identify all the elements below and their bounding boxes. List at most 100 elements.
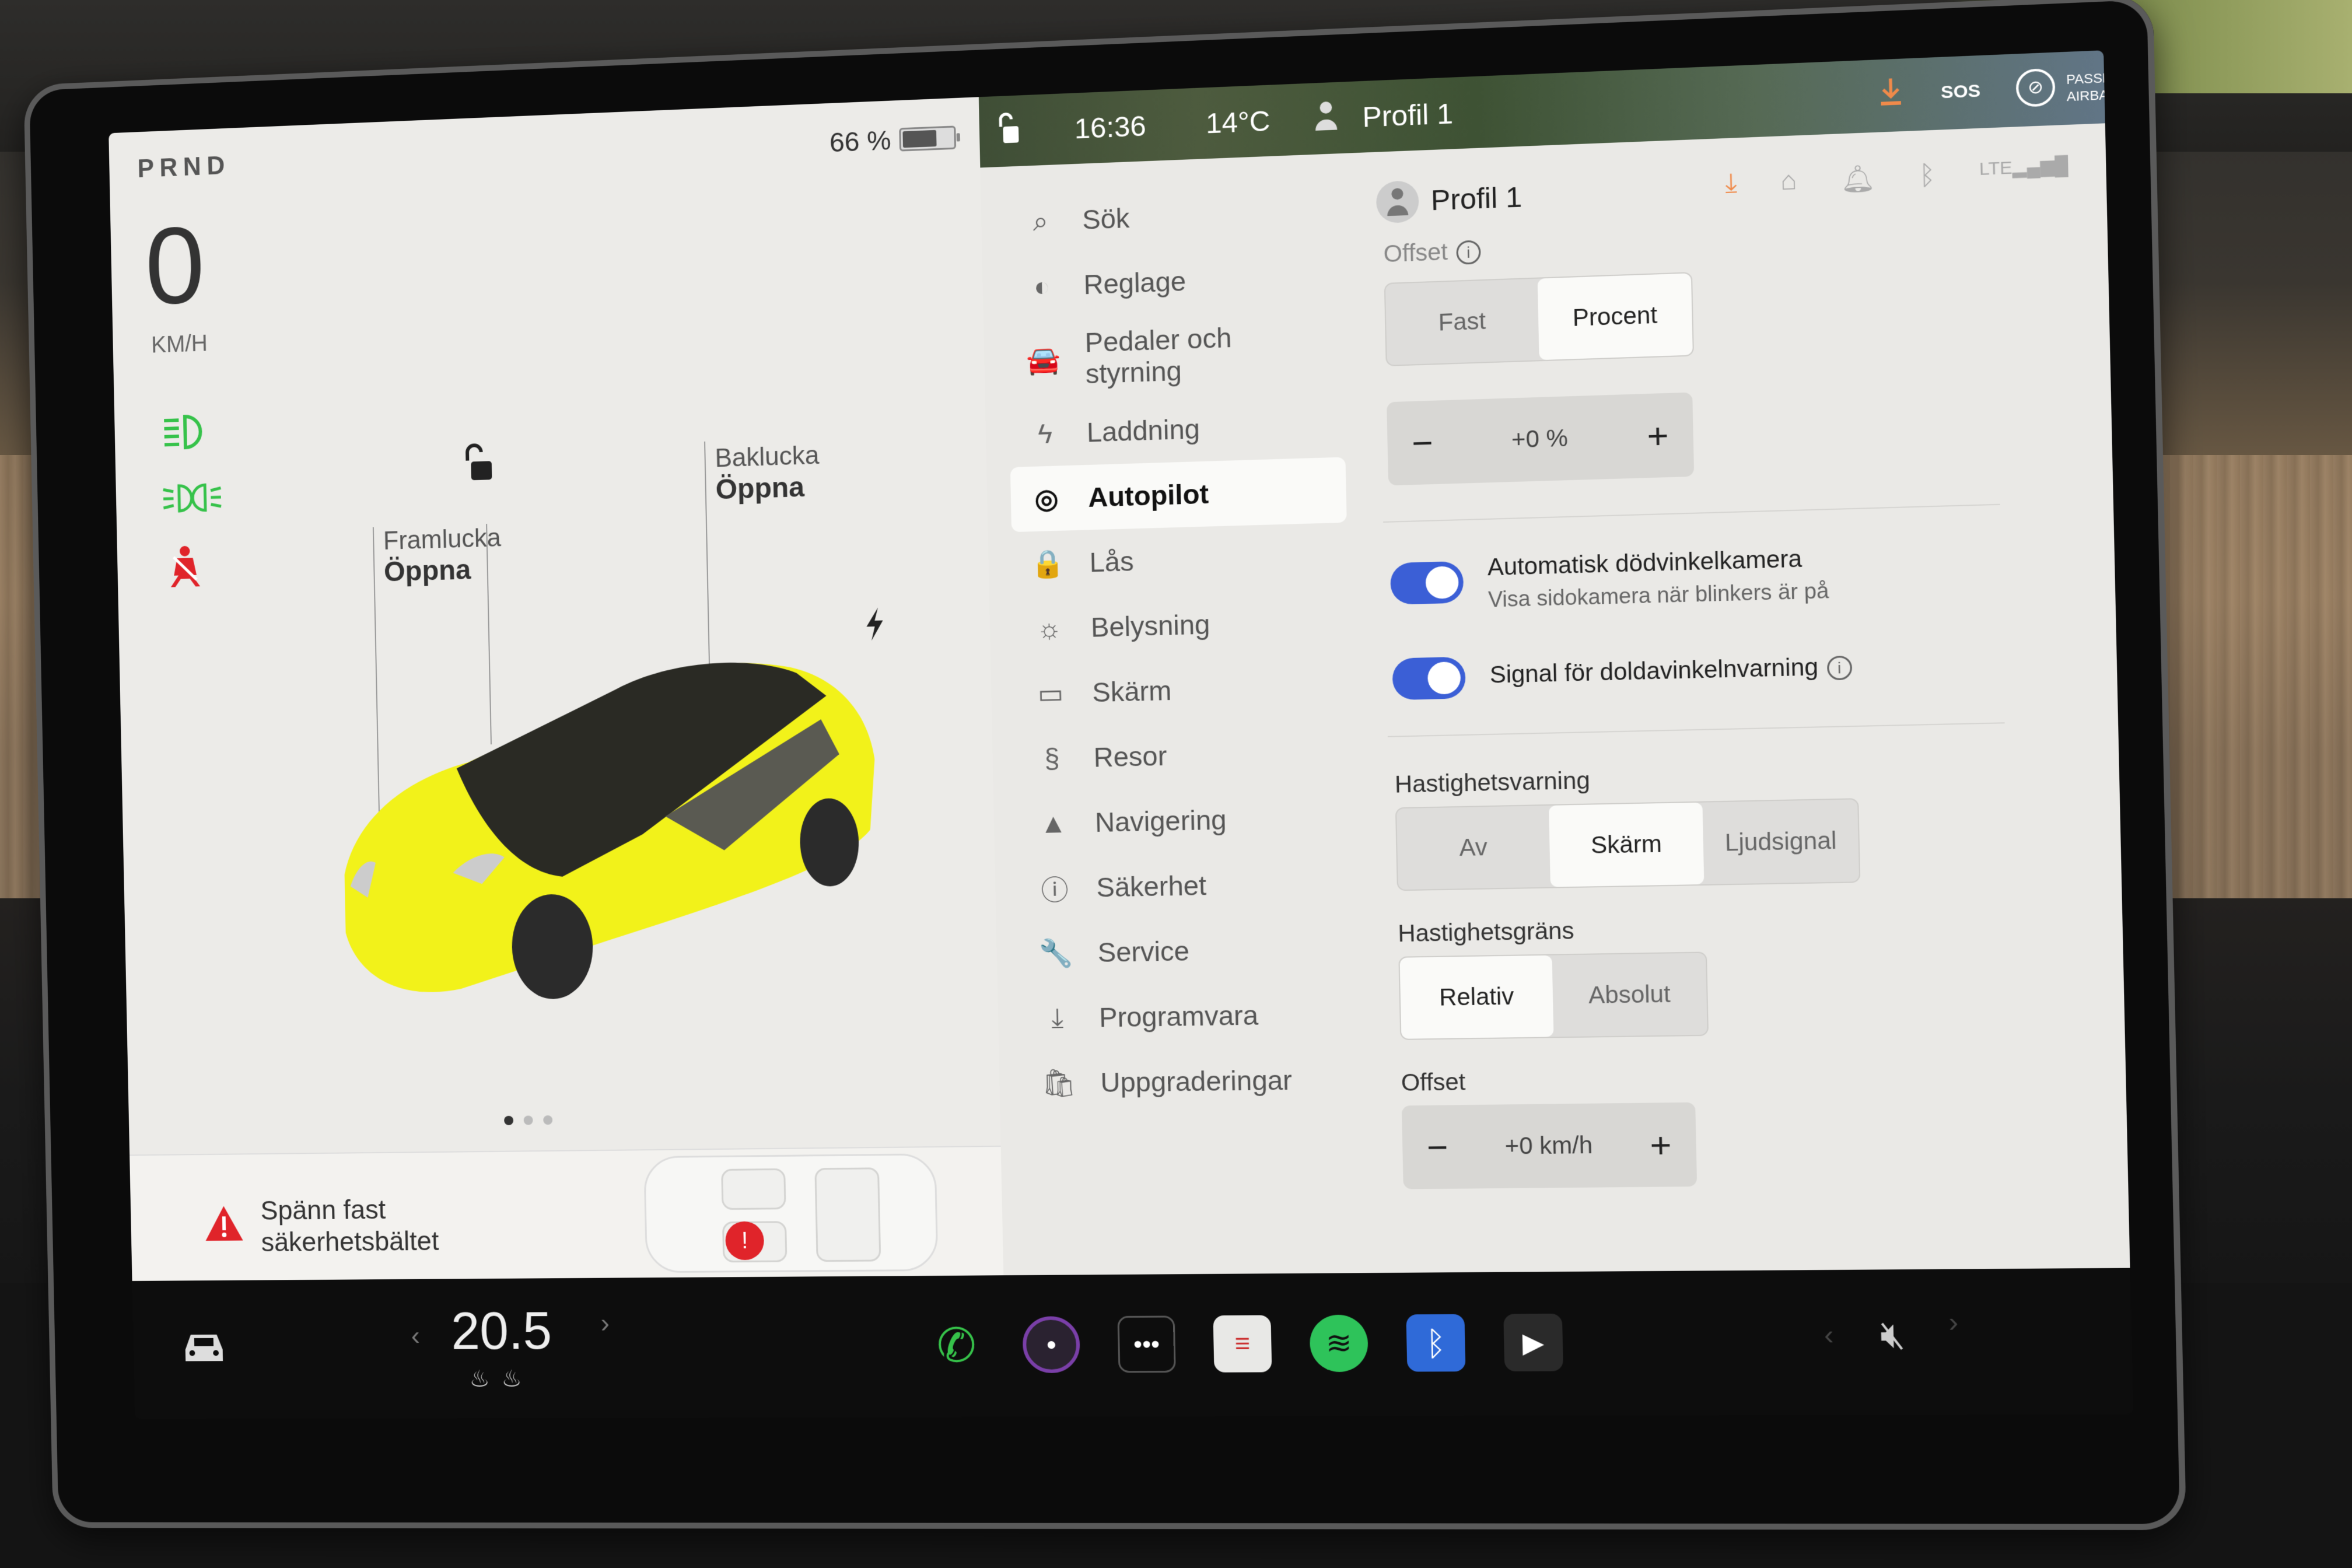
gear-selector: PRND (137, 151, 231, 183)
driver-profile-button[interactable]: Profil 1 (1362, 97, 1454, 134)
speed-limit-segmented: Relativ Absolut (1398, 951, 1709, 1040)
menu-item-laddning[interactable]: ϟ Laddning (1009, 391, 1345, 467)
decrement-button[interactable]: − (1411, 422, 1433, 464)
more-apps-icon[interactable]: ••• (1117, 1315, 1176, 1373)
warning-triangle-icon (204, 1202, 244, 1251)
menu-item-navigering[interactable]: ▲ Navigering (1017, 785, 1354, 856)
offset-kmh-label: Offset (1401, 1069, 1466, 1097)
temp-decrease-button[interactable]: ‹ (411, 1320, 420, 1351)
route-icon: § (1044, 743, 1060, 774)
radio-app-icon[interactable]: ≡ (1213, 1315, 1272, 1373)
menu-item-autopilot[interactable]: ◎ Autopilot (1010, 457, 1347, 533)
camera-app-icon[interactable]: ● (1022, 1316, 1081, 1373)
decrement-button[interactable]: − (1426, 1126, 1448, 1168)
frunk-control[interactable]: Framlucka Öppna (383, 523, 502, 588)
offset-mode-option-fast[interactable]: Fast (1385, 279, 1539, 365)
menu-item-label: Skärm (1091, 675, 1172, 708)
speed-warning-option-skärm[interactable]: Skärm (1548, 802, 1704, 887)
seatbelt-warning-icon (162, 544, 214, 587)
increment-button[interactable]: + (1647, 414, 1670, 456)
speed-warning-option-av[interactable]: Av (1396, 806, 1550, 890)
alert-circle-icon: ⓘ (1041, 874, 1069, 906)
phone-app-icon[interactable]: ✆ (928, 1317, 985, 1373)
info-icon[interactable]: i (1456, 240, 1481, 265)
offset-kmh-stepper: − +0 km/h + (1401, 1102, 1698, 1189)
seat-rear (814, 1167, 881, 1262)
steering-wheel-icon: ◎ (1034, 482, 1059, 514)
menu-item-uppgraderingar[interactable]: 🛍 Uppgraderingar (1023, 1046, 1359, 1116)
seatbelt-warning-text: Spänn fast säkerhetsbältet (260, 1194, 439, 1258)
wrench-icon: 🔧 (1038, 937, 1074, 969)
carousel-dots[interactable] (504, 1115, 553, 1125)
cabin-temperature[interactable]: 20.5 (450, 1301, 552, 1362)
carousel-dot[interactable] (543, 1115, 553, 1125)
menu-item-programvara[interactable]: ⤓ Programvara (1021, 981, 1358, 1051)
download-icon[interactable]: ⤓ (1725, 168, 1738, 200)
speed-warning-option-ljudsignal[interactable]: Ljudsignal (1702, 799, 1859, 884)
garage-icon[interactable]: ⌂ (1780, 166, 1797, 198)
blind-spot-camera-subtitle: Visa sidokamera när blinkers är på (1488, 578, 1829, 612)
settings-menu: ⌕ Sök ◐ Reglage 🚘 Pedaler och styrning ϟ Laddni… (1005, 177, 1359, 1116)
speed-limit-label: Hastighetsgräns (1398, 918, 1574, 947)
menu-item-resor[interactable]: § Resor (1016, 719, 1352, 792)
offset-mode-option-procent[interactable]: Procent (1537, 273, 1693, 360)
blind-spot-camera-title: Automatisk dödvinkelkamera (1487, 545, 1803, 581)
menu-item-label: Resor (1093, 740, 1167, 773)
menu-item-label: Laddning (1086, 413, 1200, 448)
unlocked-padlock-icon[interactable] (461, 442, 497, 492)
menu-item-sök[interactable]: ⌕ Sök (1005, 177, 1341, 255)
volume-down-button[interactable]: ‹ (1824, 1318, 1834, 1351)
shopping-bag-icon: 🛍 (1041, 1067, 1077, 1098)
theater-app-icon[interactable]: ▶ (1503, 1313, 1563, 1371)
menu-item-lås[interactable]: 🔒 Lås (1012, 523, 1348, 597)
speed-unit: KM/H (150, 330, 208, 358)
blind-spot-chime-toggle[interactable] (1392, 656, 1466, 701)
settings-panel: ⌕ Sök ◐ Reglage 🚘 Pedaler och styrning ϟ Laddni… (980, 123, 2130, 1276)
temp-increase-button[interactable]: › (600, 1307, 610, 1339)
defrost-icons[interactable]: ♨♨ (469, 1366, 534, 1392)
outside-temperature: 14°C (1205, 106, 1271, 140)
touchscreen: PRND 66 % 0 KM/H Framlucka Öppna Bakluck… (108, 50, 2133, 1419)
volume-muted-icon[interactable]: 🔇︎ (1880, 1312, 1906, 1357)
download-icon: ⤓ (1051, 1002, 1064, 1033)
carousel-dot[interactable] (523, 1115, 533, 1125)
sos-call-button[interactable]: SOS (1941, 81, 1981, 103)
car-controls-icon[interactable] (178, 1326, 230, 1377)
bluetooth-app-icon[interactable]: ᛒ (1406, 1314, 1466, 1372)
offset-mode-segmented: Fast Procent (1384, 272, 1695, 367)
bell-icon[interactable]: 🔔︎ (1840, 163, 1876, 195)
screen-bezel: PRND 66 % 0 KM/H Framlucka Öppna Bakluck… (23, 0, 2187, 1530)
menu-item-label: Säkerhet (1096, 870, 1207, 903)
navigation-arrow-icon: ▲ (1039, 807, 1068, 839)
bluetooth-icon[interactable]: ᛒ (1919, 160, 1936, 192)
offset-label: Offset i (1383, 237, 1481, 268)
menu-item-belysning[interactable]: ☼ Belysning (1013, 588, 1349, 662)
menu-item-label: Navigering (1094, 804, 1227, 838)
profile-avatar[interactable] (1376, 180, 1419, 224)
clock: 16:36 (1074, 110, 1147, 145)
menu-item-label: Reglage (1083, 265, 1186, 300)
carousel-dot[interactable] (504, 1115, 514, 1125)
blind-spot-camera-toggle[interactable] (1390, 561, 1464, 605)
menu-item-pedaler-och-styrning[interactable]: 🚘 Pedaler och styrning (1007, 308, 1344, 402)
unlocked-padlock-icon[interactable] (997, 112, 1021, 153)
spotify-app-icon[interactable]: ≋ (1309, 1314, 1368, 1373)
increment-button[interactable]: + (1650, 1124, 1672, 1166)
offset-kmh-value: +0 km/h (1504, 1132, 1593, 1160)
trunk-control[interactable]: Baklucka Öppna (715, 441, 820, 506)
trunk-open-button[interactable]: Öppna (715, 471, 804, 505)
info-icon[interactable]: i (1826, 656, 1853, 681)
menu-item-säkerhet[interactable]: ⓘ Säkerhet (1019, 850, 1355, 921)
menu-item-skärm[interactable]: ▭ Skärm (1014, 653, 1351, 726)
battery-fill (902, 130, 937, 148)
frunk-open-button[interactable]: Öppna (384, 554, 471, 587)
menu-item-reglage[interactable]: ◐ Reglage (1006, 243, 1342, 320)
software-download-icon[interactable] (1878, 76, 1903, 116)
menu-item-service[interactable]: 🔧 Service (1020, 915, 1356, 986)
person-icon (1314, 100, 1339, 139)
profile-name[interactable]: Profil 1 (1430, 181, 1522, 217)
speed-limit-option-absolut[interactable]: Absolut (1552, 953, 1707, 1037)
speed-limit-option-relativ[interactable]: Relativ (1399, 955, 1554, 1039)
passenger-seatbelt-alert-icon: ! (724, 1221, 765, 1261)
volume-up-button[interactable]: › (1948, 1306, 1959, 1338)
